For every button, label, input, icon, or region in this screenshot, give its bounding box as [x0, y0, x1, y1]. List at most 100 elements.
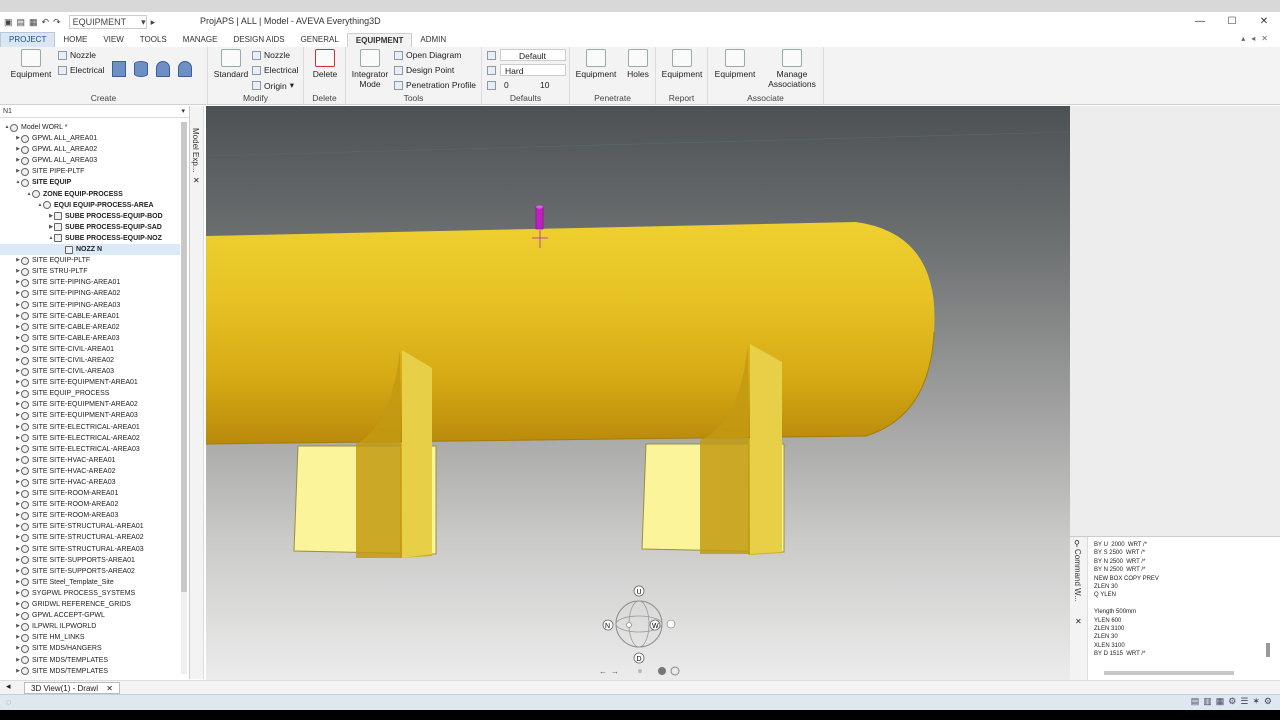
3d-viewport[interactable]: U D N W ← → — [206, 106, 1070, 680]
create-electrical-button[interactable]: Electrical — [58, 65, 104, 75]
explorer-scroll-thumb[interactable] — [181, 122, 187, 592]
tab-view[interactable]: VIEW — [95, 33, 131, 47]
tree-item[interactable]: ▶ GPWL ALL_AREA03 — [0, 155, 180, 166]
modify-nozzle-button[interactable]: Nozzle — [252, 50, 290, 60]
tree-item[interactable]: ▶ SITE SITE-EQUIPMENT-AREA01 — [0, 377, 180, 388]
tree-item[interactable]: ▶ SITE HM_LINKS — [0, 632, 180, 643]
command-window-tab[interactable]: Command W... — [1073, 549, 1082, 602]
tree-item[interactable]: ▲ SUBE PROCESS-EQUIP-NOZ — [0, 233, 180, 244]
view-compass[interactable]: U D N W — [602, 585, 676, 664]
tab-manage[interactable]: MANAGE — [175, 33, 226, 47]
tree-item[interactable]: ▲ Model WORL * — [0, 122, 180, 133]
tree-item[interactable]: ▶ SITE SITE-HVAC-AREA02 — [0, 466, 180, 477]
holes-button[interactable]: Holes — [622, 49, 654, 79]
delete-button[interactable]: Delete — [306, 49, 344, 79]
tree-item[interactable]: ▶ SITE SITE-HVAC-AREA03 — [0, 477, 180, 488]
penetration-profile-button[interactable]: Penetration Profile — [394, 80, 476, 90]
tab-design-aids[interactable]: DESIGN AIDS — [225, 33, 292, 47]
command-vscrollbar[interactable] — [1266, 643, 1270, 657]
tree-item[interactable]: ▶ GPWL ALL_AREA02 — [0, 144, 180, 155]
undo-icon[interactable]: ↶ — [42, 17, 50, 28]
arrow-left-icon[interactable]: ← — [599, 667, 607, 676]
tree-item[interactable]: ▶ SUBE PROCESS-EQUIP-BOD — [0, 211, 180, 222]
create-nozzle-button[interactable]: Nozzle — [58, 50, 96, 60]
tree-item[interactable]: ▶ SITE Steel_Template_Site — [0, 577, 180, 588]
tree-item[interactable]: ▶ SITE MDS/TEMPLATES — [0, 655, 180, 666]
tree-item[interactable]: ▲ ZONE EQUIP-PROCESS — [0, 189, 180, 200]
status-toolbar-icons[interactable]: ▤▥▦⚙☰✶⚙ — [1191, 696, 1276, 707]
tree-item[interactable]: ▶ SITE SITE-ROOM-AREA02 — [0, 499, 180, 510]
report-equipment-button[interactable]: Equipment — [658, 49, 706, 79]
level-from-field[interactable]: 0 — [504, 79, 532, 91]
orbit-icon[interactable] — [658, 667, 666, 675]
maximize-button[interactable]: ☐ — [1216, 12, 1248, 32]
tree-item[interactable]: ▶ SITE SITE-STRUCTURAL-AREA01 — [0, 521, 180, 532]
tree-item[interactable]: ▶ SITE SITE-SUPPORTS-AREA01 — [0, 555, 180, 566]
integrator-mode-button[interactable]: Integrator Mode — [348, 49, 392, 89]
zoom-icon[interactable] — [670, 666, 680, 676]
view-scroll-icon[interactable]: ◂ — [6, 681, 11, 692]
design-point-button[interactable]: Design Point — [394, 65, 454, 75]
tree-item[interactable]: ▶ GPWL ALL_AREA01 — [0, 133, 180, 144]
tree-item[interactable]: ▶ SITE SITE-CIVIL-AREA01 — [0, 344, 180, 355]
modify-origin-button[interactable]: Origin ▾ — [252, 80, 294, 91]
tree-item[interactable]: ▶ GRIDWL REFERENCE_GRIDS — [0, 599, 180, 610]
cylinder-primitive-icon[interactable] — [134, 61, 148, 77]
tree-item[interactable]: ▶ SITE SITE-PIPING-AREA01 — [0, 277, 180, 288]
open-diagram-button[interactable]: Open Diagram — [394, 50, 461, 60]
tree-item[interactable]: ▶ SITE SITE-EQUIPMENT-AREA02 — [0, 399, 180, 410]
default-combo[interactable]: Default — [500, 49, 566, 61]
tree-item[interactable]: ▶ SITE SITE-STRUCTURAL-AREA02 — [0, 532, 180, 543]
ribbon-controls[interactable]: ▴◂✕ — [1241, 34, 1274, 43]
close-button[interactable]: ✕ — [1248, 12, 1280, 32]
tree-item[interactable]: ▶ SITE SITE-CABLE-AREA02 — [0, 322, 180, 333]
tree-item[interactable]: ▶ SITE SITE-PIPING-AREA02 — [0, 288, 180, 299]
view-nav-arrows[interactable]: ← → — [599, 666, 680, 676]
tree-item[interactable]: ▶ SYGPWL PROCESS_SYSTEMS — [0, 588, 180, 599]
tree-item[interactable]: ▶ SITE SITE-EQUIPMENT-AREA03 — [0, 410, 180, 421]
tab-tools[interactable]: TOOLS — [132, 33, 175, 47]
cone-primitive-icon[interactable] — [178, 61, 192, 77]
tree-item[interactable]: ▶ SITE SITE-STRUCTURAL-AREA03 — [0, 544, 180, 555]
save-icon[interactable]: ▤ — [17, 17, 26, 28]
module-combo[interactable]: EQUIPMENT ▾ — [68, 15, 147, 29]
tree-item[interactable]: ▶ SITE SITE-HVAC-AREA01 — [0, 455, 180, 466]
tab-home[interactable]: HOME — [55, 33, 95, 47]
tree-item[interactable]: ▶ SITE SITE-ELECTRICAL-AREA01 — [0, 422, 180, 433]
dish-primitive-icon[interactable] — [156, 61, 170, 77]
redo-icon[interactable]: ↷ — [53, 17, 61, 28]
explorer-scrollbar[interactable] — [181, 122, 187, 674]
manage-associations-button[interactable]: Manage Associations — [762, 49, 822, 89]
tree-item[interactable]: ▶ SITE SITE-ELECTRICAL-AREA02 — [0, 433, 180, 444]
tree-item[interactable]: ▲ SITE EQUIP — [0, 177, 180, 188]
tab-project[interactable]: PROJECT — [0, 32, 56, 48]
tree-item[interactable]: ▶ SITE SITE-SUPPORTS-AREA02 — [0, 566, 180, 577]
tree-item[interactable]: ▶ SITE EQUIP_PROCESS — [0, 388, 180, 399]
tree-item[interactable]: ▶ SITE SITE-PIPING-AREA03 — [0, 300, 180, 311]
arrow-right-icon[interactable]: → — [611, 667, 619, 676]
model-explorer-tab[interactable]: Model Exp... — [191, 128, 200, 172]
tree-item[interactable]: ▶ SITE SITE-ROOM-AREA03 — [0, 510, 180, 521]
tree-item[interactable]: ▶ SITE SITE-CIVIL-AREA02 — [0, 355, 180, 366]
penetrate-equipment-button[interactable]: Equipment — [572, 49, 620, 79]
tree-item[interactable]: ▶ SITE SITE-CABLE-AREA03 — [0, 333, 180, 344]
obstruction-combo[interactable]: Hard — [500, 64, 566, 76]
tree-item[interactable]: ▶ SITE PIPE-PLTF — [0, 166, 180, 177]
explorer-header[interactable]: N1 ▾ — [0, 106, 189, 118]
tab-equipment[interactable]: EQUIPMENT — [346, 32, 413, 48]
level-to-field[interactable]: 10 — [540, 79, 566, 91]
close-icon[interactable]: ✕ — [1075, 617, 1082, 626]
save-as-icon[interactable]: ▦ — [29, 17, 38, 28]
tree-item[interactable]: ▶ SITE SITE-ROOM-AREA01 — [0, 488, 180, 499]
command-hscrollbar[interactable] — [1104, 671, 1234, 675]
tab-3d-view[interactable]: 3D View(1) - Drawl ✕ — [24, 682, 120, 694]
tree-item[interactable]: NOZZ N — [0, 244, 180, 256]
tree-item[interactable]: ▶ SITE SITE-ELECTRICAL-AREA03 — [0, 444, 180, 455]
modify-electrical-button[interactable]: Electrical — [252, 65, 298, 75]
pin-icon[interactable]: ⚲ — [1074, 539, 1080, 548]
tree-item[interactable]: ▶ SUBE PROCESS-EQUIP-SAD — [0, 222, 180, 233]
customize-icon[interactable]: ▸ — [151, 17, 156, 28]
tree-item[interactable]: ▶ SITE MDS/HANGERS — [0, 643, 180, 654]
associate-equipment-button[interactable]: Equipment — [710, 49, 760, 79]
box-primitive-icon[interactable] — [112, 61, 126, 77]
